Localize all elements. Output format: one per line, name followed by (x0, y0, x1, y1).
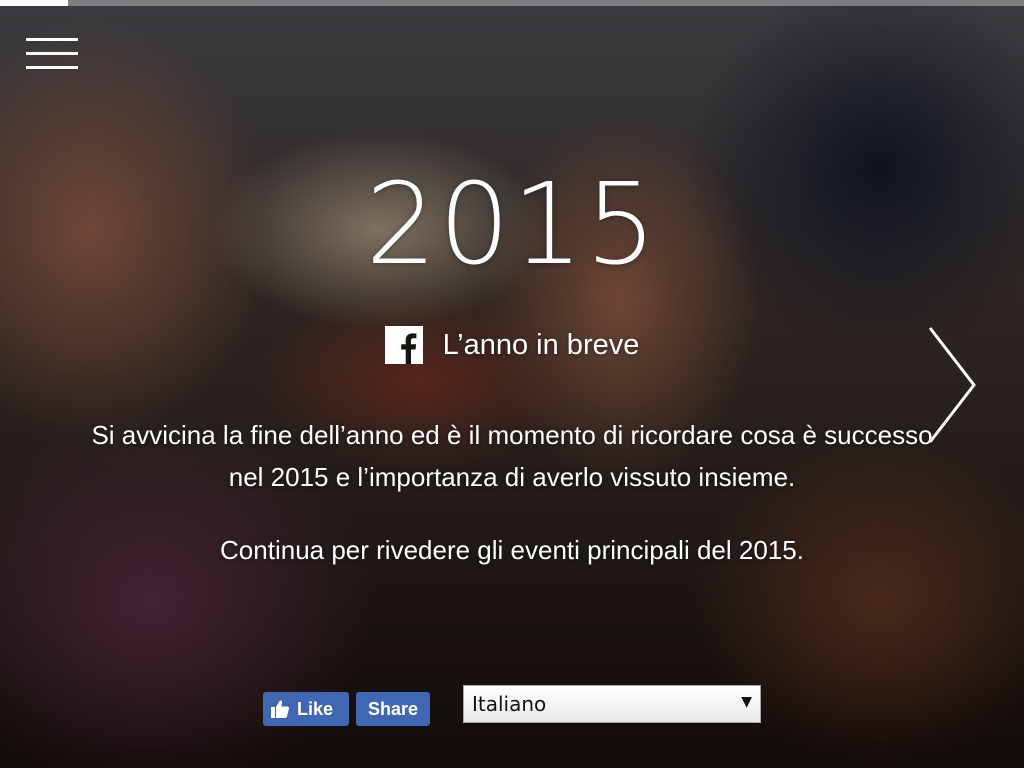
year-title: 2015 (365, 160, 659, 290)
social-buttons: Like Share (263, 692, 430, 726)
brand-title: L’anno in breve (442, 328, 640, 361)
language-select[interactable]: Italiano ▼ (463, 685, 761, 723)
brand-heading: L’anno in breve (0, 326, 1024, 364)
share-button[interactable]: Share (356, 692, 430, 726)
intro-paragraph: Si avvicina la fine dell’anno ed è il mo… (0, 414, 1024, 498)
intro-line: Si avvicina la fine dell’anno ed è il mo… (91, 420, 933, 450)
progress-bar (0, 0, 1024, 6)
menu-button[interactable] (26, 38, 78, 70)
like-label: Like (297, 698, 334, 719)
progress-bar-fill (0, 0, 68, 6)
like-button[interactable]: Like (263, 692, 349, 726)
background-overlay (0, 0, 1024, 768)
facebook-logo-icon (384, 326, 423, 364)
dropdown-arrow-icon: ▼ (741, 694, 752, 710)
thumbs-up-icon (271, 700, 290, 718)
intro-line: nel 2015 e l’importanza di averlo vissut… (228, 462, 796, 492)
chevron-right-icon (928, 327, 976, 443)
share-label: Share (367, 698, 419, 719)
language-selected-value: Italiano (472, 692, 547, 716)
year-in-review-page: 2015 L’anno in breve Si avvicina la fine… (0, 0, 1024, 768)
next-slide-button[interactable] (922, 326, 982, 444)
continue-text: Continua per rivedere gli eventi princip… (220, 535, 804, 565)
